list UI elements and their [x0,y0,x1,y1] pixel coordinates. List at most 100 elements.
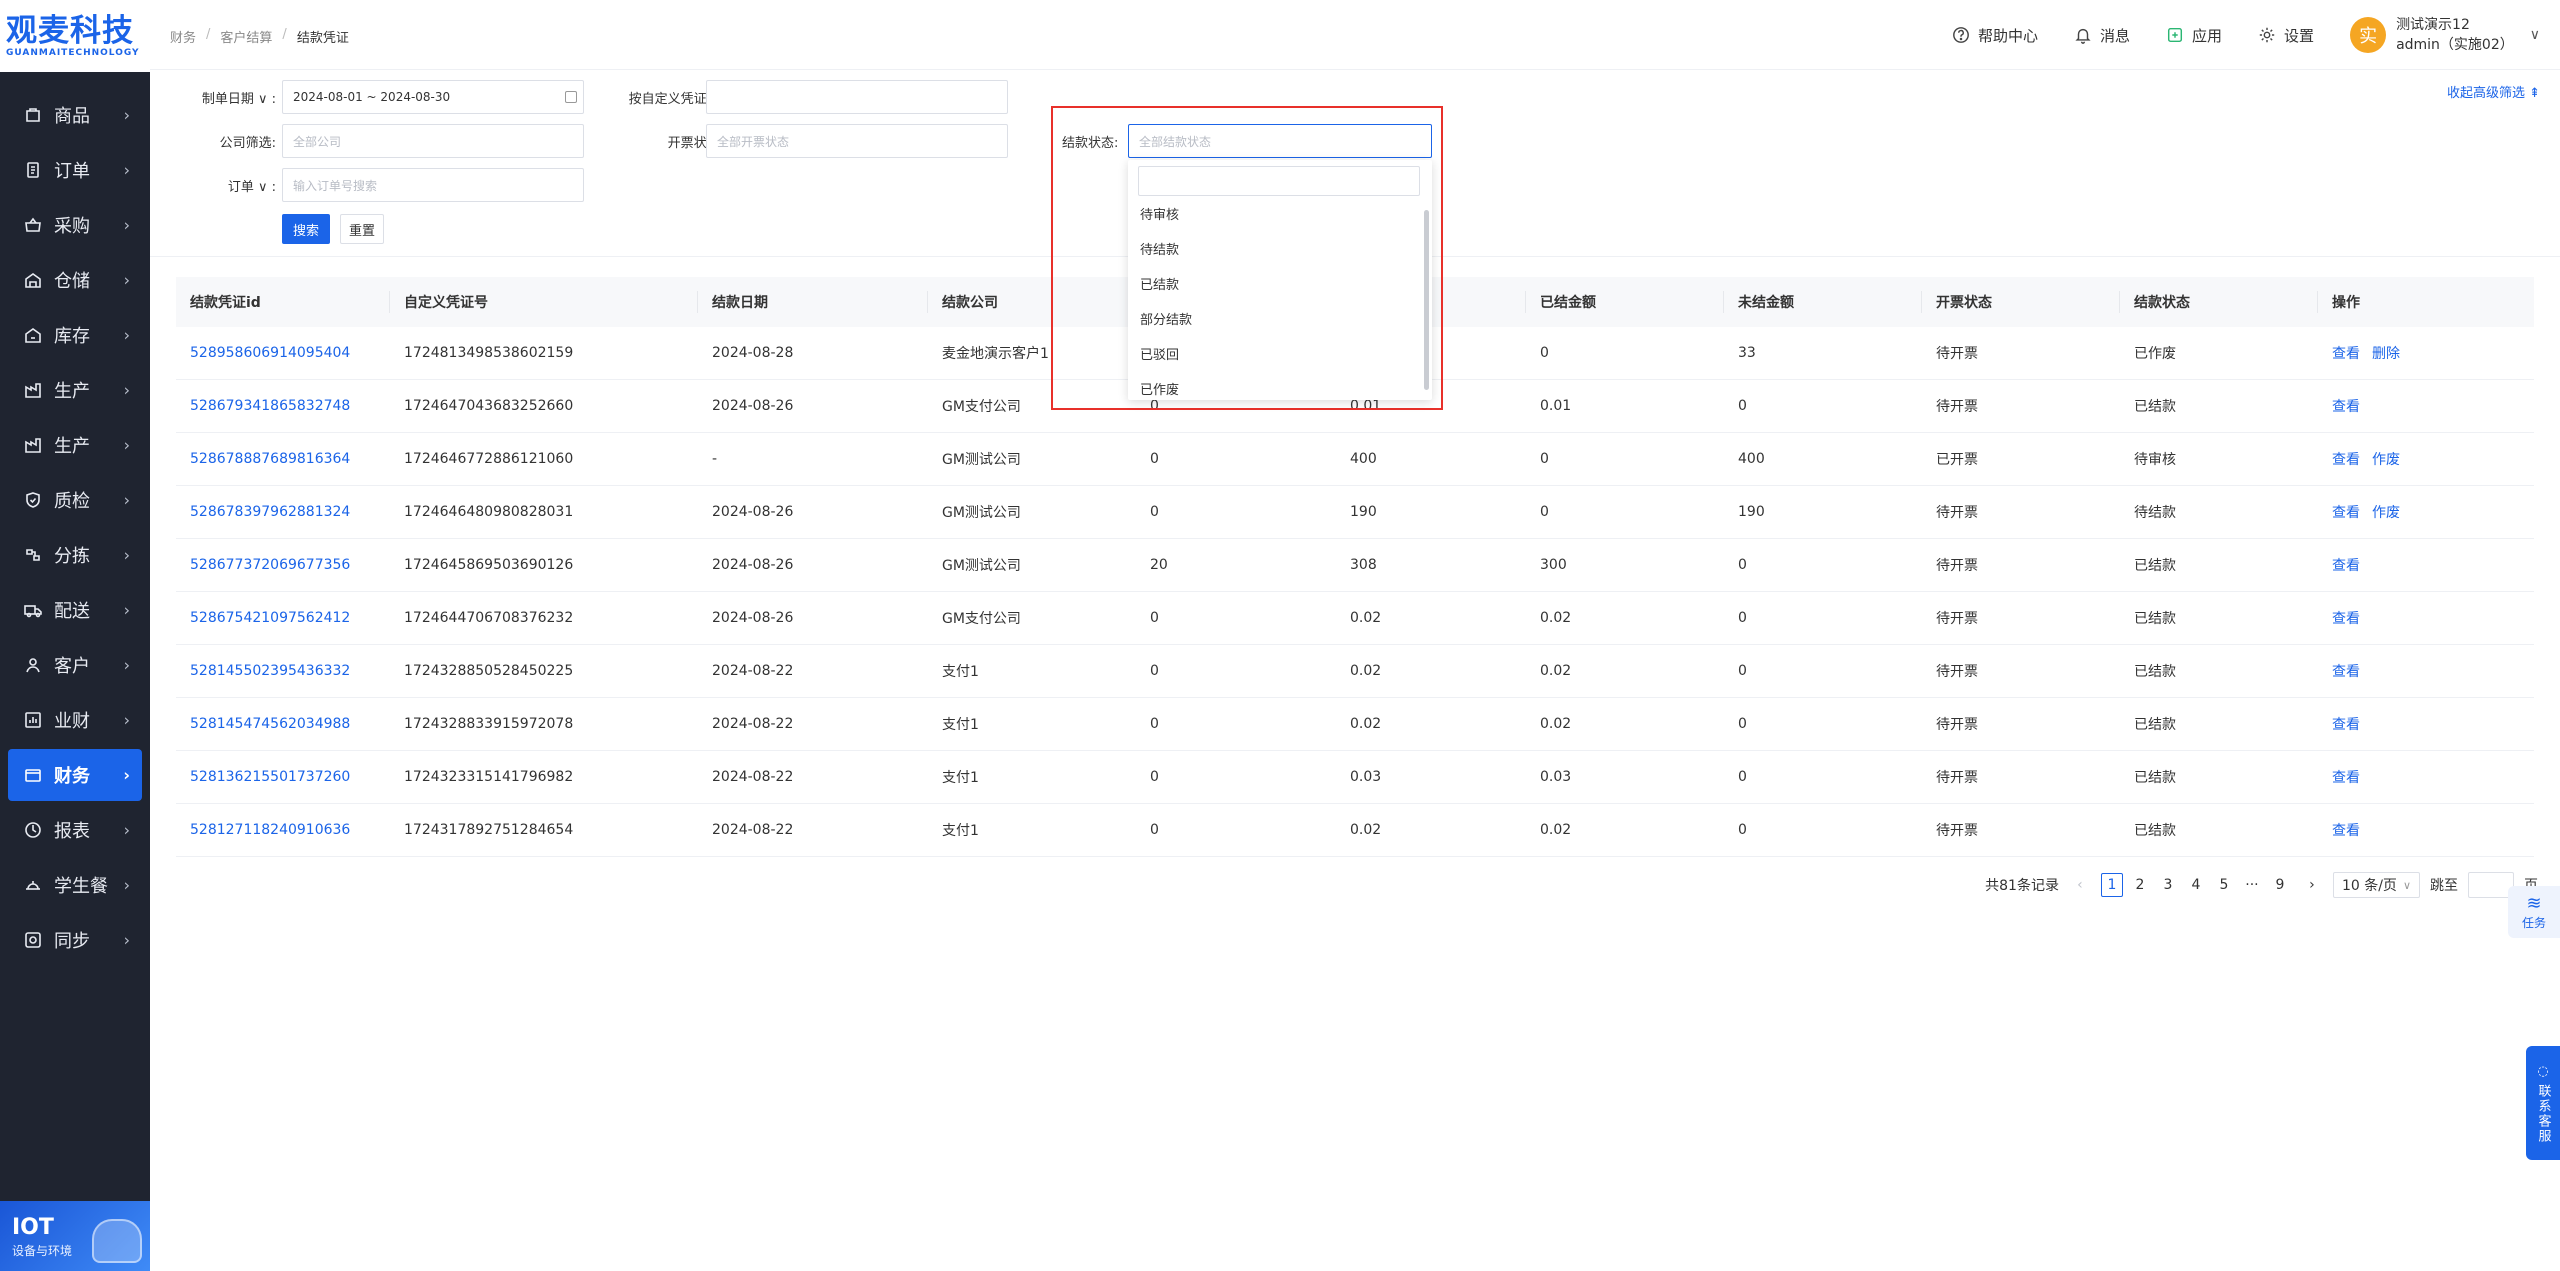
sidebar-item-5[interactable]: 生产 › [8,364,142,416]
view-button[interactable]: 查看 [2332,608,2360,628]
dropdown-option[interactable]: 部分结款 [1128,301,1418,336]
voucher-id-link[interactable]: 528678397962881324 [176,504,390,520]
header-actions: 帮助中心 消息 应用 设置 实 测试演示12 admin（实施02） ∨ [1952,0,2540,70]
page-button[interactable]: 3 [2157,873,2179,897]
purchase-icon [22,214,44,236]
row-actions: 查看 删除 [2318,343,2534,363]
table-cell: GM测试公司 [942,505,1021,521]
sidebar-item-4[interactable]: 库存 › [8,309,142,361]
row-actions: 查看 [2318,714,2534,734]
messages-button[interactable]: 消息 [2074,25,2130,46]
invoice-status-select[interactable]: 全部开票状态 [706,124,1008,158]
sidebar-item-1[interactable]: 订单 › [8,144,142,196]
page-button[interactable]: 2 [2129,873,2151,897]
voucher-id-link[interactable]: 528145502395436332 [176,663,390,679]
voucher-id-link[interactable]: 528145474562034988 [176,716,390,732]
table-cell: 0 [1150,769,1159,785]
page-button[interactable]: 9 [2269,873,2291,897]
sidebar-item-6[interactable]: 生产 › [8,419,142,471]
sidebar-item-8[interactable]: 分拣 › [8,529,142,581]
dropdown-scrollbar[interactable] [1424,210,1429,390]
view-button[interactable]: 查看 [2332,343,2360,363]
task-label: 任务 [2521,916,2546,930]
view-button[interactable]: 查看 [2332,661,2360,681]
sidebar-item-12[interactable]: 财务 › [8,749,142,801]
settle-status-select[interactable]: 全部结款状态 [1128,124,1432,158]
breadcrumb-item-current: 结款凭证 [296,31,349,46]
table-cell: 0 [1738,716,1747,732]
view-button[interactable]: 查看 [2332,767,2360,787]
sidebar-item-7[interactable]: 质检 › [8,474,142,526]
next-page-button[interactable]: › [2301,873,2323,897]
voucher-id-link[interactable]: 528136215501737260 [176,769,390,785]
sidebar-item-9[interactable]: 配送 › [8,584,142,636]
task-float-button[interactable]: ≋ 任务 [2508,886,2560,938]
page-button[interactable]: 4 [2185,873,2207,897]
dropdown-option[interactable]: 待结款 [1128,231,1418,266]
voucher-id-link[interactable]: 528677372069677356 [176,557,390,573]
chevron-right-icon: › [123,765,130,785]
voucher-id-link[interactable]: 528678887689816364 [176,451,390,467]
view-button[interactable]: 查看 [2332,396,2360,416]
view-button[interactable]: 查看 [2332,714,2360,734]
dropdown-option[interactable]: 已作废 [1128,371,1418,400]
dropdown-option[interactable]: 已驳回 [1128,336,1418,371]
settings-button[interactable]: 设置 [2258,25,2314,46]
view-button[interactable]: 查看 [2332,502,2360,522]
user-menu[interactable]: 实 测试演示12 admin（实施02） ∨ [2350,15,2540,55]
page-button[interactable]: ··· [2241,873,2263,897]
dropdown-option[interactable]: 待审核 [1128,196,1418,231]
logo: 观麦科技 GUANMAITECHNOLOGY [0,0,150,72]
view-button[interactable]: 查看 [2332,449,2360,469]
order-type-selector[interactable]: 订单 ∨ : [192,176,276,195]
dropdown-option[interactable]: 已结款 [1128,266,1418,301]
view-button[interactable]: 查看 [2332,820,2360,840]
chevron-right-icon: › [123,105,130,125]
company-select[interactable]: 全部公司 [282,124,584,158]
table-row: 528675421097562412 1724644706708376232 202… [176,592,2534,645]
date-range-picker[interactable]: 2024-08-01 ~ 2024-08-30 [282,80,584,114]
page-button[interactable]: 1 [2100,873,2123,897]
apps-label: 应用 [2192,26,2223,45]
search-button[interactable]: 搜索 [282,214,330,244]
page-button[interactable]: 5 [2213,873,2235,897]
table-cell: 已结款 [2134,664,2176,680]
table-cell: 1724644706708376232 [404,610,574,626]
goods-icon [22,104,44,126]
sidebar-item-10[interactable]: 客户 › [8,639,142,691]
sidebar-item-14[interactable]: 学生餐 › [8,859,142,911]
collapse-filters-link[interactable]: 收起高级筛选 ⇞ [2447,82,2540,101]
sidebar-item-0[interactable]: 商品 › [8,89,142,141]
sidebar-item-2[interactable]: 采购 › [8,199,142,251]
custom-voucher-label: 按自定义凭证号: [628,92,724,107]
row-action-button[interactable]: 作废 [2372,502,2400,522]
sidebar-item-15[interactable]: 同步 › [8,914,142,966]
voucher-id-link[interactable]: 528958606914095404 [176,345,390,361]
table-cell: 待开票 [1936,823,1978,839]
view-button[interactable]: 查看 [2332,555,2360,575]
help-center-button[interactable]: 帮助中心 [1952,25,2038,46]
row-action-button[interactable]: 作废 [2372,449,2400,469]
voucher-id-link[interactable]: 528679341865832748 [176,398,390,414]
breadcrumb-item-customer-settlement[interactable]: 客户结算 [220,27,272,46]
sidebar-item-11[interactable]: 业财 › [8,694,142,746]
row-actions: 查看 [2318,767,2534,787]
iot-panel[interactable]: IOT 设备与环境 [0,1201,150,1271]
contact-service-button[interactable]: ◌ 联系客服 [2526,1046,2560,1160]
breadcrumb-item-finance[interactable]: 财务 [170,27,196,46]
prev-page-button[interactable]: ‹ [2069,873,2091,897]
page-size-select[interactable]: 10 条/页 ∨ [2332,872,2420,898]
table-row: 528677372069677356 1724645869503690126 202… [176,539,2534,592]
order-search-input[interactable]: 输入订单号搜索 [282,168,584,202]
voucher-id-link[interactable]: 528675421097562412 [176,610,390,626]
date-type-selector[interactable]: 制单日期 ∨ : [192,88,276,107]
sidebar-item-13[interactable]: 报表 › [8,804,142,856]
voucher-id-link[interactable]: 528127118240910636 [176,822,390,838]
custom-voucher-input[interactable] [706,80,1008,114]
row-action-button[interactable]: 删除 [2372,343,2400,363]
apps-button[interactable]: 应用 [2166,25,2222,46]
dropdown-search-input[interactable] [1138,166,1420,196]
reset-button[interactable]: 重置 [340,214,384,244]
sidebar-item-3[interactable]: 仓储 › [8,254,142,306]
chevron-right-icon: › [123,710,130,730]
